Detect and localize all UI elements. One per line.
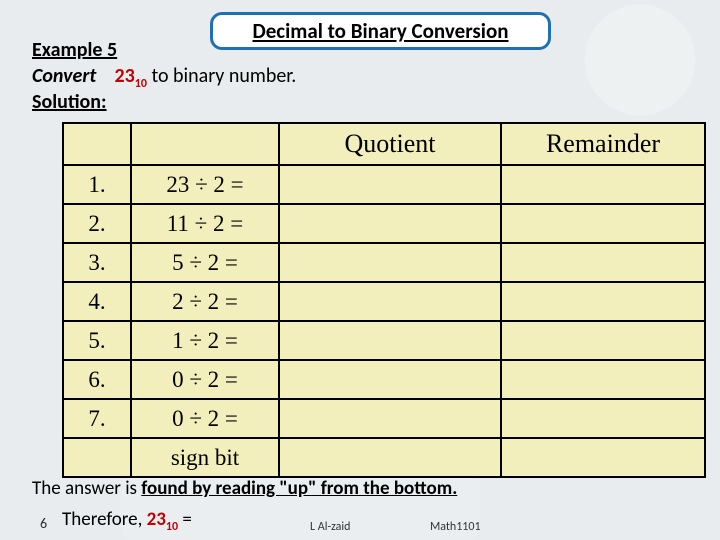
cell-step: 4. (63, 282, 131, 321)
cell-expr: 0 ÷ 2 = (131, 399, 279, 438)
cell-remainder (501, 360, 705, 399)
page-number: 6 (40, 515, 47, 532)
cell-expr: 0 ÷ 2 = (131, 360, 279, 399)
col-expr (131, 123, 279, 165)
cell-remainder (501, 165, 705, 204)
cell-remainder (501, 399, 705, 438)
cell-step: 2. (63, 204, 131, 243)
convert-subscript: 10 (135, 77, 147, 91)
cell-step: 1. (63, 165, 131, 204)
footer-course: Math1101 (430, 520, 481, 534)
cell-step: 7. (63, 399, 131, 438)
page-title: Decimal to Binary Conversion (252, 18, 508, 44)
col-quotient: Quotient (279, 123, 501, 165)
table-row: 7. 0 ÷ 2 = (63, 399, 705, 438)
cell-expr: 1 ÷ 2 = (131, 321, 279, 360)
cell-step: 3. (63, 243, 131, 282)
cell-quotient (279, 165, 501, 204)
table-row: 1. 23 ÷ 2 = (63, 165, 705, 204)
cell-expr: sign bit (131, 438, 279, 477)
convert-word: Convert (32, 64, 96, 88)
cell-quotient (279, 399, 501, 438)
therefore-value: 23 (147, 508, 166, 531)
slide: Decimal to Binary Conversion Example 5 C… (0, 0, 720, 540)
table-row: 3. 5 ÷ 2 = (63, 243, 705, 282)
cell-step (63, 438, 131, 477)
answer-line: The answer is found by reading "up" from… (32, 477, 457, 500)
col-step (63, 123, 131, 165)
title-chip: Decimal to Binary Conversion (210, 12, 551, 50)
cell-step: 5. (63, 321, 131, 360)
convert-tail: to binary number. (151, 64, 296, 88)
col-remainder: Remainder (501, 123, 705, 165)
cell-remainder (501, 438, 705, 477)
cell-remainder (501, 282, 705, 321)
cell-quotient (279, 282, 501, 321)
cell-expr: 23 ÷ 2 = (131, 165, 279, 204)
table-row: 4. 2 ÷ 2 = (63, 282, 705, 321)
convert-line: Convert 2310 to binary number. (32, 64, 296, 91)
therefore-line: Therefore, 2310 = (62, 508, 192, 534)
therefore-pre: Therefore, (62, 508, 147, 531)
cell-remainder (501, 321, 705, 360)
cell-quotient (279, 438, 501, 477)
cell-quotient (279, 360, 501, 399)
conversion-table: Quotient Remainder 1. 23 ÷ 2 = 2. 11 ÷ 2… (62, 122, 706, 478)
cell-quotient (279, 321, 501, 360)
table-row: sign bit (63, 438, 705, 477)
cell-step: 6. (63, 360, 131, 399)
cell-quotient (279, 243, 501, 282)
cell-expr: 11 ÷ 2 = (131, 204, 279, 243)
table-row: 5. 1 ÷ 2 = (63, 321, 705, 360)
cell-expr: 2 ÷ 2 = (131, 282, 279, 321)
answer-bold: found by reading "up" from the bottom. (141, 477, 457, 500)
table-header-row: Quotient Remainder (63, 123, 705, 165)
cell-remainder (501, 204, 705, 243)
therefore-sub: 10 (166, 520, 178, 534)
solution-label: Solution: (32, 90, 107, 114)
therefore-tail: = (178, 508, 192, 531)
table-row: 6. 0 ÷ 2 = (63, 360, 705, 399)
example-label: Example 5 (32, 38, 117, 62)
footer-author: L Al-zaid (310, 520, 350, 534)
answer-pre: The answer is (32, 477, 141, 500)
table-row: 2. 11 ÷ 2 = (63, 204, 705, 243)
cell-remainder (501, 243, 705, 282)
cell-quotient (279, 204, 501, 243)
convert-value: 23 (114, 64, 134, 88)
cell-expr: 5 ÷ 2 = (131, 243, 279, 282)
